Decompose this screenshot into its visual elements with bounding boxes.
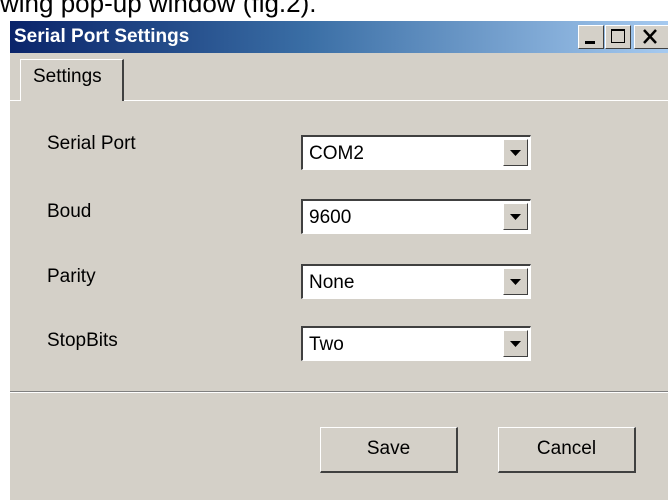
baud-label: Boud bbox=[47, 201, 92, 222]
baud-value: 9600 bbox=[309, 207, 352, 228]
stopbits-label: StopBits bbox=[47, 330, 118, 351]
separator-highlight bbox=[10, 392, 668, 393]
serial-port-settings-window: Serial Port Settings Settings Serial Por… bbox=[9, 20, 668, 500]
parity-combobox[interactable]: None bbox=[301, 264, 531, 299]
title-bar[interactable]: Serial Port Settings bbox=[10, 21, 668, 53]
document-caption: wing pop-up window (fig.2). bbox=[0, 0, 317, 18]
stopbits-value: Two bbox=[309, 334, 344, 355]
parity-dropdown-button[interactable] bbox=[503, 268, 528, 295]
serial-port-label: Serial Port bbox=[47, 133, 136, 154]
parity-label: Parity bbox=[47, 266, 96, 287]
serial-port-value: COM2 bbox=[309, 143, 364, 164]
dropdown-arrow-icon bbox=[510, 150, 521, 156]
stopbits-dropdown-button[interactable] bbox=[503, 330, 528, 357]
tab-baseline-left bbox=[10, 100, 20, 101]
stopbits-combobox[interactable]: Two bbox=[301, 326, 531, 361]
baud-dropdown-button[interactable] bbox=[503, 203, 528, 230]
minimize-icon bbox=[585, 41, 595, 44]
window-title: Serial Port Settings bbox=[14, 26, 190, 47]
cancel-button[interactable]: Cancel bbox=[498, 427, 636, 473]
baud-combobox[interactable]: 9600 bbox=[301, 199, 531, 234]
tab-settings[interactable]: Settings bbox=[20, 59, 124, 101]
close-icon bbox=[643, 29, 657, 44]
close-button[interactable] bbox=[634, 25, 668, 49]
maximize-icon bbox=[611, 29, 625, 43]
parity-value: None bbox=[309, 272, 355, 293]
tab-baseline-right bbox=[124, 100, 668, 101]
serial-port-dropdown-button[interactable] bbox=[503, 139, 528, 166]
minimize-button[interactable] bbox=[578, 25, 604, 49]
serial-port-combobox[interactable]: COM2 bbox=[301, 135, 531, 170]
dropdown-arrow-icon bbox=[510, 214, 521, 220]
tab-settings-label: Settings bbox=[33, 66, 102, 87]
dropdown-arrow-icon bbox=[510, 279, 521, 285]
dropdown-arrow-icon bbox=[510, 341, 521, 347]
maximize-button[interactable] bbox=[605, 25, 631, 49]
save-button[interactable]: Save bbox=[320, 427, 458, 473]
